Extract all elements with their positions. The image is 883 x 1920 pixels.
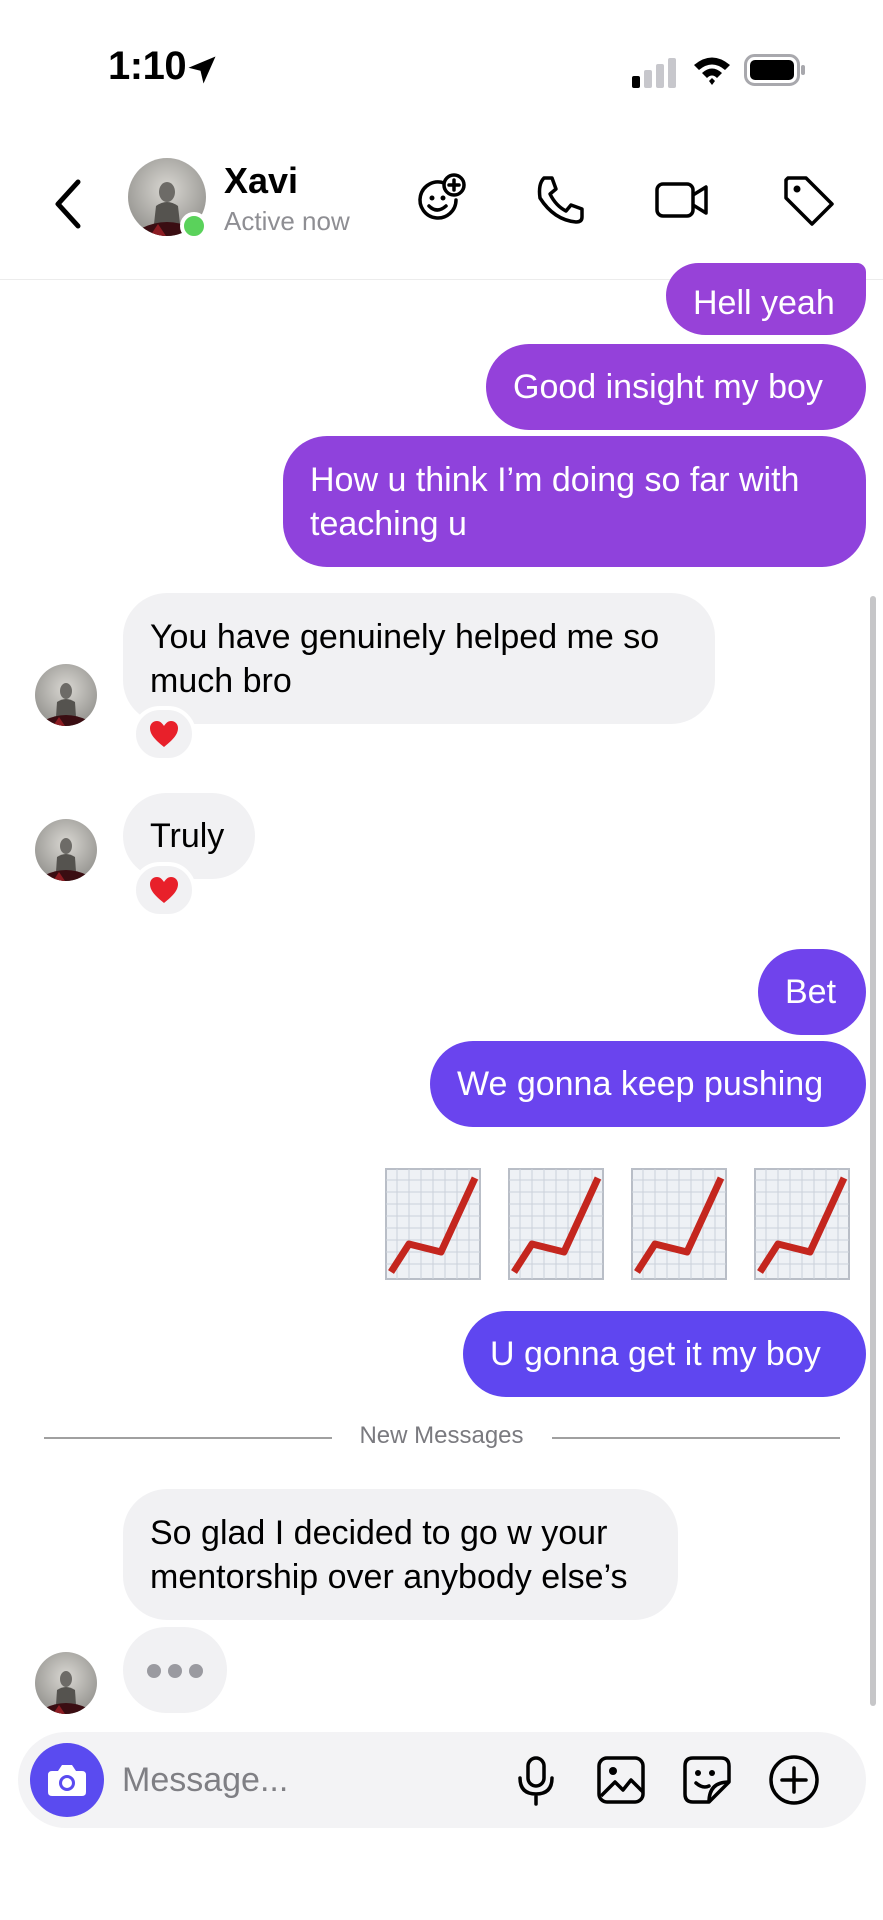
online-indicator [180,212,208,240]
message-bubble-incoming[interactable]: Truly [123,793,255,879]
message-bubble-outgoing[interactable]: We gonna keep pushing [430,1041,866,1127]
camera-button[interactable] [30,1743,104,1817]
heart-reaction[interactable] [132,862,196,918]
chart-increasing-icon [754,1168,850,1280]
message-text-line: teaching u [310,504,467,543]
message-text: Hell yeah [693,284,835,322]
message-text-line: much bro [150,661,292,700]
message-bubble-outgoing[interactable]: Hell yeah [666,263,866,335]
add-emoji-icon[interactable] [410,170,470,230]
chart-increasing-icon [508,1168,604,1280]
microphone-icon[interactable] [508,1752,564,1808]
cellular-signal-icon [632,58,676,88]
chart-increasing-icon [385,1168,481,1280]
divider-line-right [552,1437,840,1439]
tag-icon[interactable] [778,170,838,230]
message-text: Truly [150,817,225,855]
message-bubble-outgoing[interactable]: U gonna get it my boy [463,1311,866,1397]
chart-increasing-icon [631,1168,727,1280]
wifi-icon [694,57,730,85]
typing-dot [189,1664,203,1678]
message-bubble-outgoing[interactable]: Bet [758,949,866,1035]
typing-dot [147,1664,161,1678]
message-text-line: How u think I’m doing so far with [310,460,800,499]
message-text: Good insight my boy [513,368,823,406]
message-text-line: You have genuinely helped me so [150,617,660,656]
typing-dot [168,1664,182,1678]
message-text-line: So glad I decided to go w your [150,1513,608,1552]
battery-icon [744,54,805,86]
heart-reaction[interactable] [132,706,196,762]
contact-status: Active now [224,206,350,236]
location-arrow-icon [188,56,216,84]
chat-header: Xavi Active now [0,140,883,280]
message-text: Bet [785,973,837,1011]
message-composer [18,1732,866,1828]
heart-icon [150,877,178,903]
sender-avatar[interactable] [35,664,97,726]
phone-icon[interactable] [530,170,590,230]
sticker-icon[interactable] [679,1752,735,1808]
status-time: 1:10 [108,44,187,88]
scrollbar[interactable] [870,596,876,1706]
message-text: We gonna keep pushing [457,1065,824,1103]
status-bar: 1:10 [0,0,883,140]
heart-icon [150,721,178,747]
message-text-line: mentorship over anybody else’s [150,1557,628,1596]
message-bubble-outgoing[interactable]: Good insight my boy [486,344,866,430]
camera-icon [48,1765,86,1796]
message-bubble-outgoing[interactable]: How u think I’m doing so far with teachi… [283,436,866,567]
back-icon[interactable] [48,174,88,234]
message-text: U gonna get it my boy [490,1335,821,1373]
video-call-icon[interactable] [652,170,712,230]
message-bubble-incoming[interactable]: So glad I decided to go w your mentorshi… [123,1489,678,1620]
message-input[interactable] [122,1754,482,1806]
new-messages-divider: New Messages [359,1422,524,1449]
message-bubble-incoming[interactable]: You have genuinely helped me so much bro [123,593,715,724]
sender-avatar[interactable] [35,819,97,881]
contact-name[interactable]: Xavi [224,160,298,202]
gallery-icon[interactable] [593,1752,649,1808]
typing-indicator [123,1627,227,1713]
sender-avatar[interactable] [35,1652,97,1714]
plus-icon[interactable] [766,1752,822,1808]
